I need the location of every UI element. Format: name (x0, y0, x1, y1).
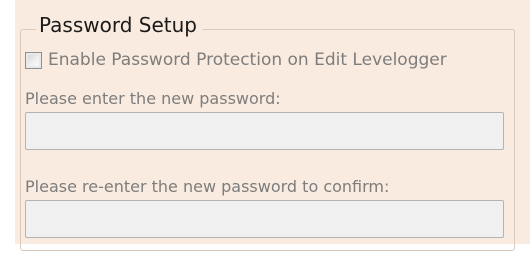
confirm-password-label: Please re-enter the new password to conf… (25, 177, 390, 196)
enable-password-protection-row[interactable]: Enable Password Protection on Edit Level… (25, 49, 447, 71)
group-title: Password Setup (36, 13, 203, 37)
enable-password-protection-label[interactable]: Enable Password Protection on Edit Level… (48, 50, 447, 70)
new-password-field[interactable] (25, 112, 504, 150)
enable-password-protection-checkbox[interactable] (25, 51, 42, 69)
confirm-password-field[interactable] (25, 200, 504, 238)
new-password-label: Please enter the new password: (25, 89, 281, 108)
